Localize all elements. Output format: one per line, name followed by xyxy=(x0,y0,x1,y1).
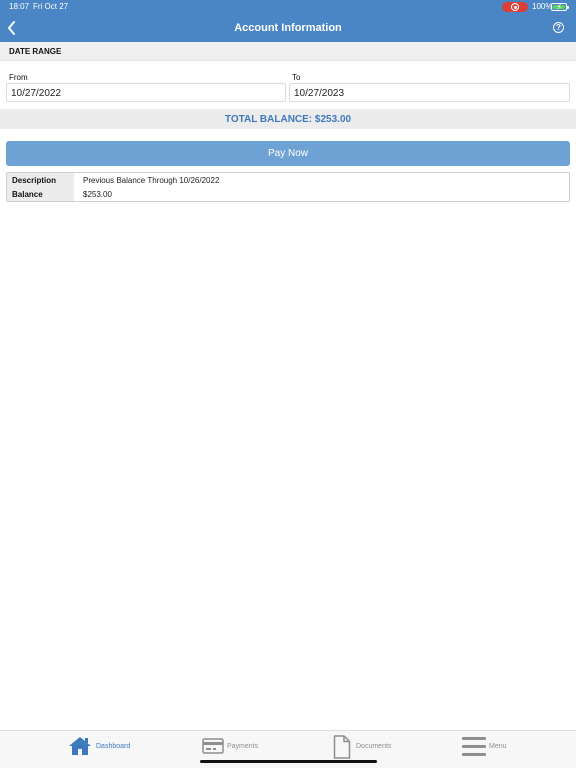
help-button[interactable]: ? xyxy=(553,22,564,33)
balance-label: Balance xyxy=(7,187,74,201)
document-icon xyxy=(333,735,351,759)
date-range-header: DATE RANGE xyxy=(0,42,576,61)
tab-dashboard-label: Dashboard xyxy=(96,743,131,750)
to-date-field[interactable]: 10/27/2023 xyxy=(289,83,570,102)
menu-icon xyxy=(462,737,486,756)
balance-details-table: Description Previous Balance Through 10/… xyxy=(6,172,570,202)
tab-menu[interactable]: Menu xyxy=(462,731,522,761)
page-title: Account Information xyxy=(234,22,342,34)
status-time: 18:07 xyxy=(9,2,30,11)
home-indicator[interactable] xyxy=(200,760,377,763)
credit-card-icon xyxy=(202,738,224,754)
to-label: To xyxy=(292,73,301,82)
battery-percentage: 100% xyxy=(532,2,553,11)
description-value: Previous Balance Through 10/26/2022 xyxy=(83,176,220,185)
from-label: From xyxy=(9,73,28,82)
status-bar: 18:07 Fri Oct 27 100% ⚡ xyxy=(0,0,576,14)
total-balance-bar: TOTAL BALANCE: $253.00 xyxy=(0,109,576,129)
app-header: 18:07 Fri Oct 27 100% ⚡ Account Informat… xyxy=(0,0,576,42)
table-row: Balance $253.00 xyxy=(7,187,569,201)
tab-documents[interactable]: Documents xyxy=(333,731,403,761)
tab-documents-label: Documents xyxy=(356,743,392,750)
from-date-field[interactable]: 10/27/2022 xyxy=(6,83,286,102)
pay-now-button[interactable]: Pay Now xyxy=(6,141,570,166)
home-icon xyxy=(69,737,91,755)
tab-dashboard[interactable]: Dashboard xyxy=(68,731,138,761)
screen-recording-icon xyxy=(502,2,528,12)
tab-payments-label: Payments xyxy=(227,743,259,750)
tab-menu-label: Menu xyxy=(489,743,507,750)
table-row: Description Previous Balance Through 10/… xyxy=(7,173,569,187)
balance-value: $253.00 xyxy=(83,190,112,199)
battery-icon: ⚡ xyxy=(551,2,569,12)
status-date: Fri Oct 27 xyxy=(33,2,69,11)
tab-payments[interactable]: Payments xyxy=(202,731,272,761)
description-label: Description xyxy=(7,173,74,187)
question-circle-icon: ? xyxy=(556,23,561,32)
date-range-title: DATE RANGE xyxy=(9,47,62,56)
total-balance: TOTAL BALANCE: $253.00 xyxy=(224,114,352,125)
